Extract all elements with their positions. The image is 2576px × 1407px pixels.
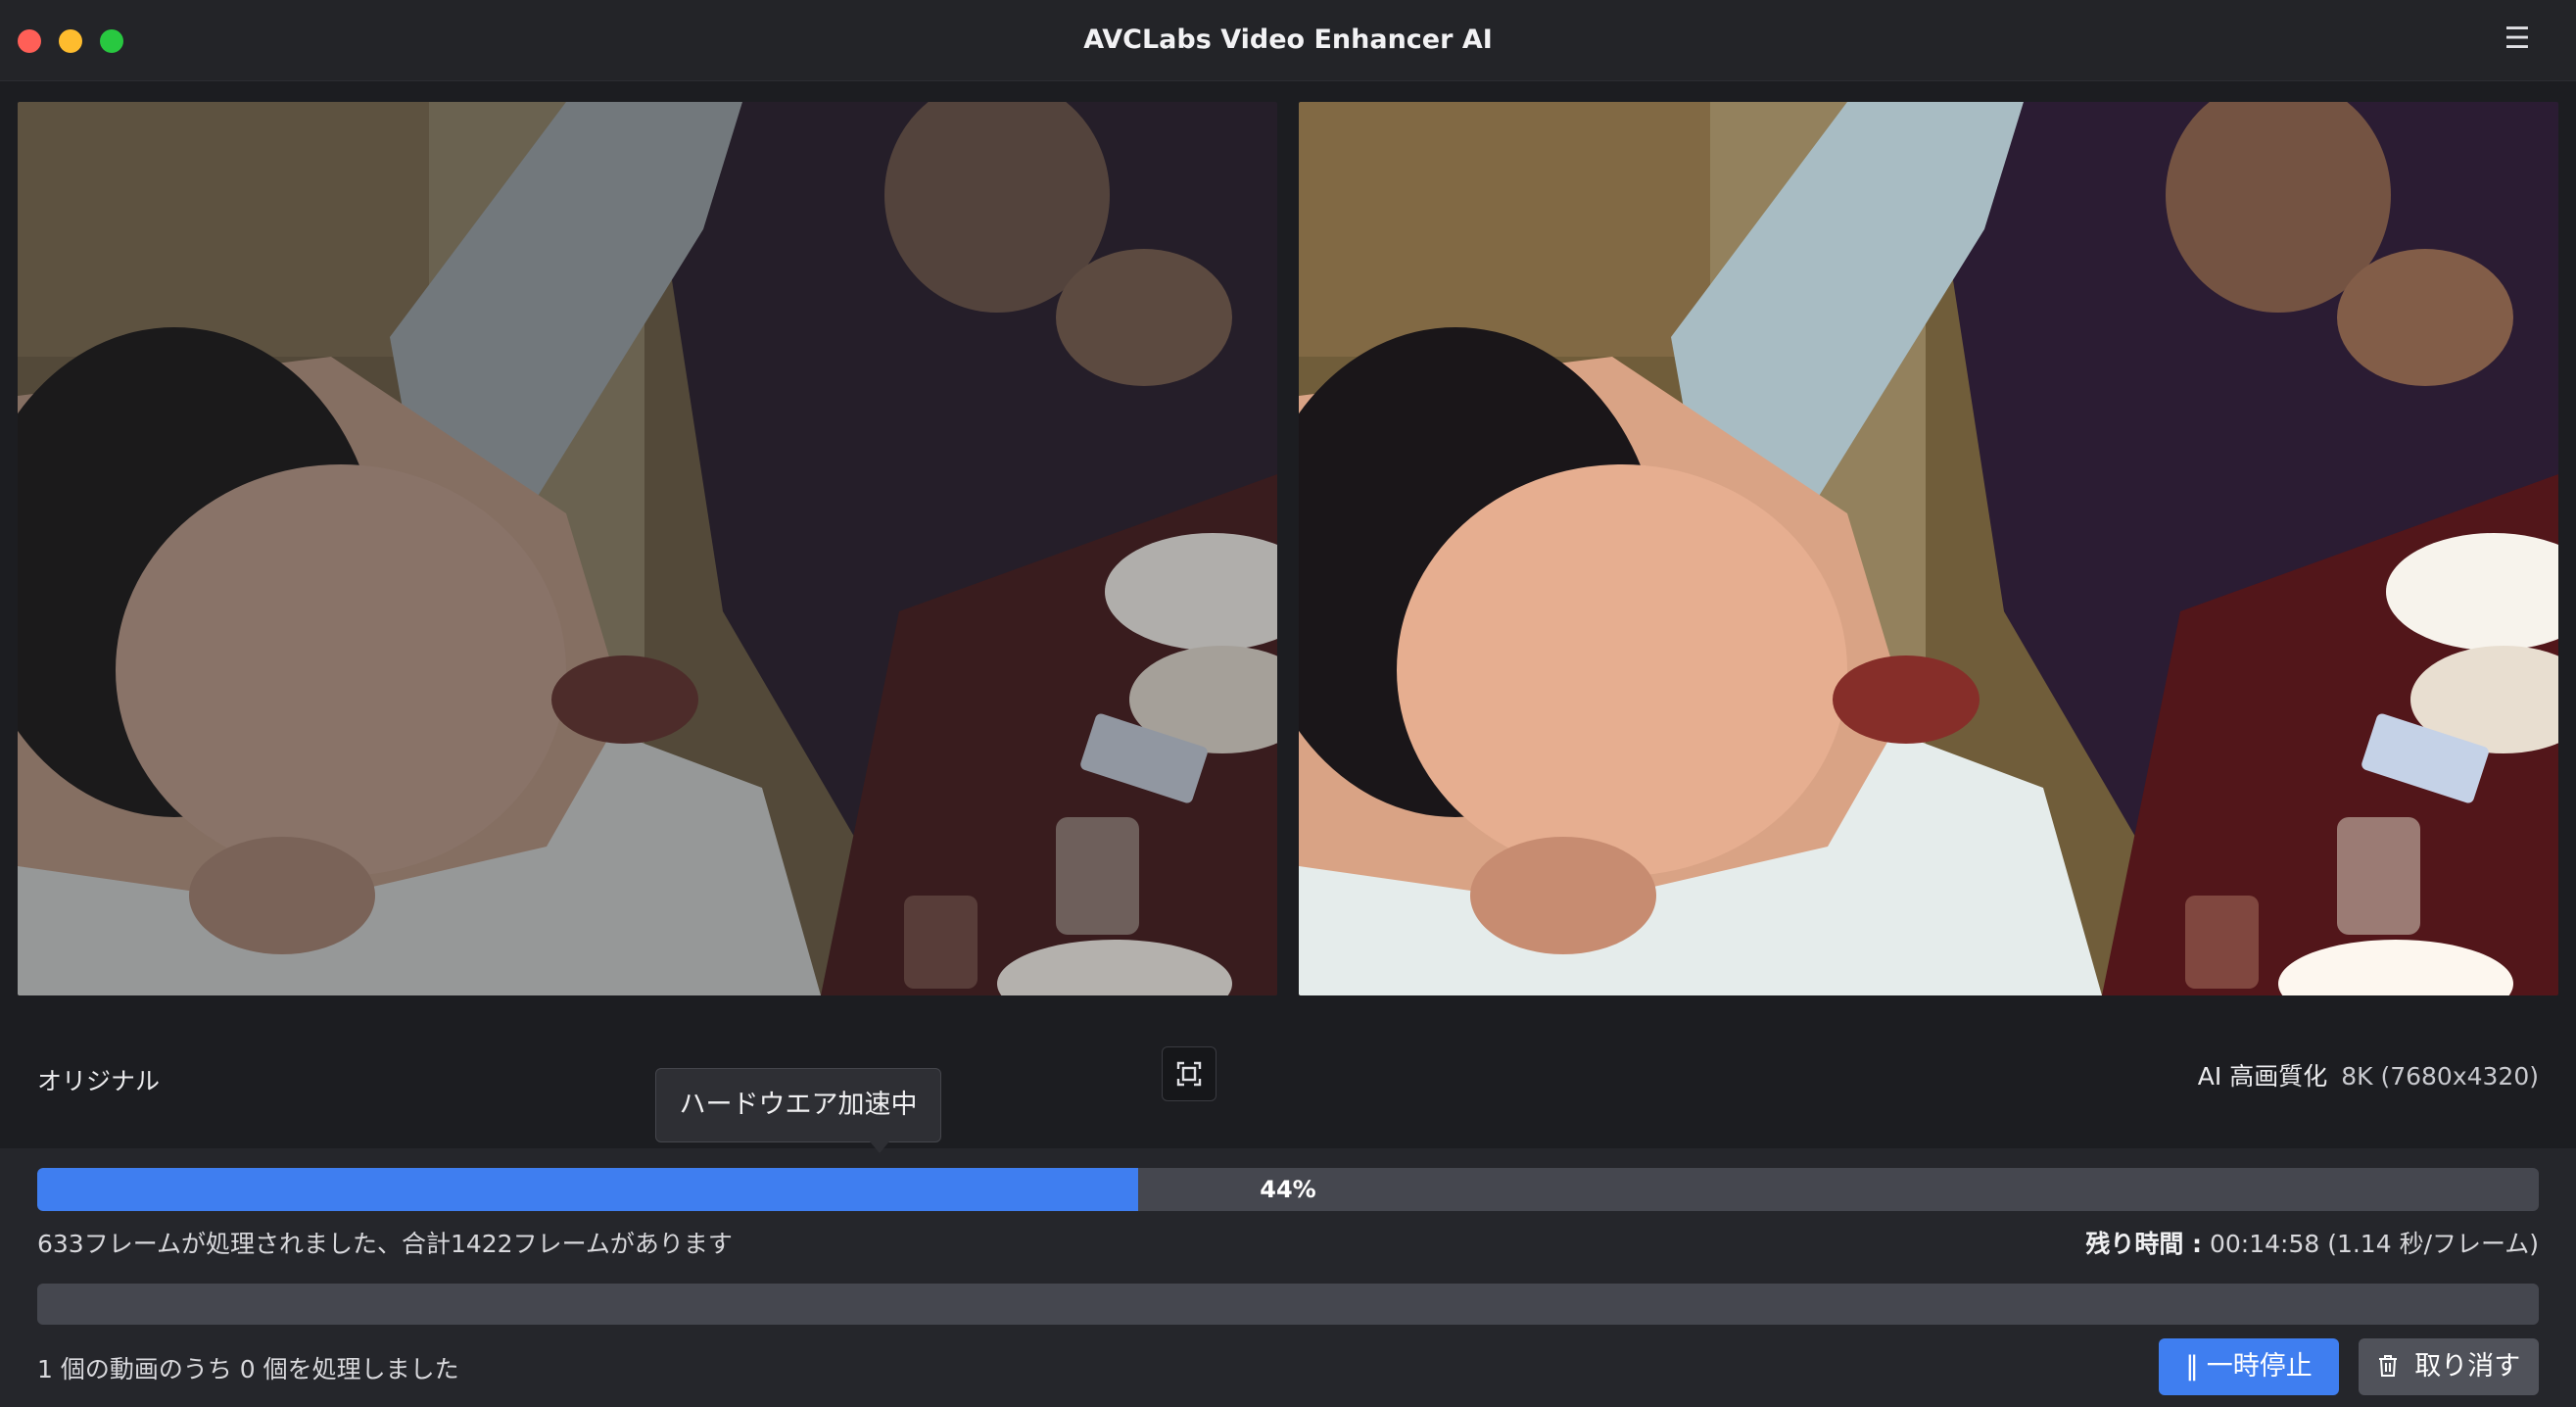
ai-enhance-label: AI 高画質化 8K (7680x4320) [2198,1057,2539,1092]
title-bar: AVCLabs Video Enhancer AI ☰ [0,0,2576,81]
ai-resolution: 8K (7680x4320) [2341,1062,2539,1091]
pause-button[interactable]: ‖ 一時停止 [2159,1338,2339,1395]
fullscreen-compare-icon-glyph [1176,1061,1202,1087]
cancel-button-label: 取り消す [2414,1351,2521,1382]
batch-progress-bar [37,1284,2539,1325]
enhanced-video-frame [1299,102,2558,995]
ai-label-text: AI 高画質化 [2197,1062,2328,1091]
fullscreen-compare-icon[interactable] [1162,1046,1216,1101]
remaining-time-value: 00:14:58 (1.14 秒/フレーム) [2202,1230,2539,1258]
progress-percent: 44% [1260,1176,1316,1203]
enhanced-preview [1299,102,2558,995]
original-preview [18,102,1277,995]
remaining-time: 残り時間 : 00:14:58 (1.14 秒/フレーム) [2085,1225,2539,1260]
original-video-frame [18,102,1277,995]
pause-button-label: 一時停止 [2206,1351,2313,1382]
pause-icon: ‖ [2185,1351,2199,1382]
original-label: オリジナル [37,1067,161,1095]
remaining-time-label: 残り時間 : [2085,1230,2203,1258]
batch-count-text: 1 個の動画のうち 0 個を処理しました [37,1355,459,1383]
hardware-acceleration-tooltip: ハードウエア加速中 [655,1068,941,1153]
trash-icon [2377,1351,2408,1382]
app-title: AVCLabs Video Enhancer AI [1083,24,1493,55]
frame-progress-bar: 44% [37,1168,2539,1211]
cancel-button[interactable]: 取り消す [2359,1338,2539,1395]
frames-processed-text: 633フレームが処理されました、合計1422フレームがあります [37,1230,733,1258]
hamburger-icon[interactable]: ☰ [2498,20,2537,59]
